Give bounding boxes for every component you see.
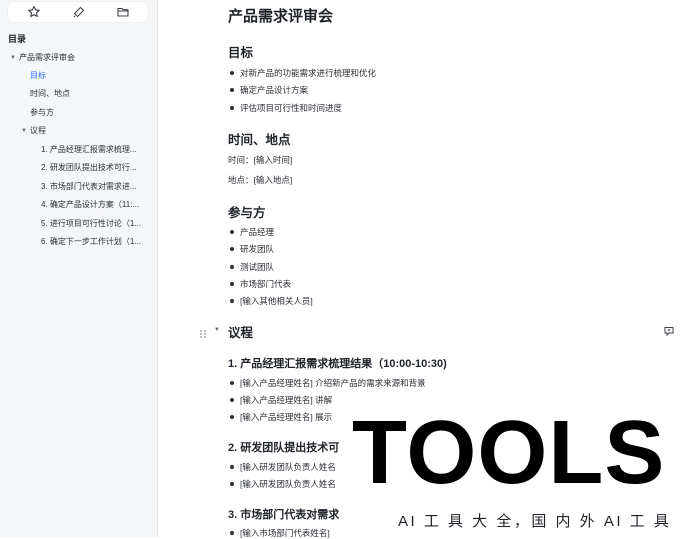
heading-time-place[interactable]: 时间、地点 bbox=[228, 129, 291, 148]
list-item[interactable]: 评估项目可行性和时间进度 bbox=[230, 102, 342, 114]
toc-item-goal[interactable]: 目标 bbox=[30, 70, 148, 82]
list-item[interactable]: 产品经理 bbox=[230, 226, 274, 238]
list-item[interactable]: [输入其他相关人员] bbox=[230, 295, 313, 307]
sidebar-toolbar bbox=[8, 2, 148, 22]
list-item-text: 市场部门代表 bbox=[240, 279, 292, 289]
list-item-text: [输入其他相关人员] bbox=[240, 296, 313, 306]
list-item-text: 评估项目可行性和时间进度 bbox=[240, 103, 343, 113]
list-item-text: 测试团队 bbox=[240, 262, 275, 272]
chevron-down-icon[interactable]: ▼ bbox=[21, 125, 27, 137]
toc-item-agenda-5[interactable]: 5. 进行项目可行性讨论（1... bbox=[41, 218, 147, 230]
list-item-text: [输入研发团队负责人姓名 bbox=[240, 479, 336, 489]
heading-goal[interactable]: 目标 bbox=[228, 42, 253, 61]
toc-item-agenda-2[interactable]: 2. 研发团队提出技术可行... bbox=[41, 162, 147, 174]
toc-item-agenda-6[interactable]: 6. 确定下一步工作计划（1... bbox=[41, 236, 147, 248]
toc-item-participants[interactable]: 参与方 bbox=[30, 107, 148, 119]
time-line[interactable]: 时间：[输入时间] bbox=[228, 154, 292, 166]
list-item[interactable]: [输入产品经理姓名] 讲解 bbox=[230, 394, 332, 406]
heading-agenda[interactable]: 议程 bbox=[228, 322, 253, 341]
list-item[interactable]: 研发团队 bbox=[230, 243, 274, 255]
collapse-icon[interactable]: ▼ bbox=[214, 327, 220, 333]
star-icon[interactable] bbox=[27, 5, 41, 19]
heading-participants[interactable]: 参与方 bbox=[228, 202, 266, 221]
list-item-text: [输入产品经理姓名] 展示 bbox=[240, 412, 333, 422]
list-item[interactable]: 测试团队 bbox=[230, 261, 274, 273]
place-line[interactable]: 地点：[输入地点] bbox=[228, 174, 292, 186]
list-item-text: 对新产品的功能需求进行梳理和优化 bbox=[240, 68, 377, 78]
toc-item-time-place[interactable]: 时间、地点 bbox=[30, 88, 148, 100]
agenda-section-2-heading[interactable]: 2. 研发团队提出技术可 bbox=[228, 439, 339, 455]
toc-title: 目录 bbox=[8, 34, 27, 44]
list-item[interactable]: [输入产品经理姓名] 展示 bbox=[230, 411, 332, 423]
folder-icon[interactable] bbox=[116, 5, 130, 19]
list-item[interactable]: 对新产品的功能需求进行梳理和优化 bbox=[230, 67, 376, 79]
agenda-section-3-heading[interactable]: 3. 市场部门代表对需求 bbox=[228, 506, 339, 522]
list-item[interactable]: [输入市场部门代表姓名] bbox=[230, 527, 330, 539]
list-item-text: 确定产品设计方案 bbox=[240, 85, 309, 95]
chevron-down-icon[interactable]: ▼ bbox=[10, 52, 16, 64]
list-item-text: 产品经理 bbox=[240, 227, 275, 237]
toc-item-agenda-3[interactable]: 3. 市场部门代表对需求进... bbox=[41, 181, 147, 193]
agenda-section-1-heading[interactable]: 1. 产品经理汇报需求梳理结果（10:00-10:30) bbox=[228, 355, 447, 371]
list-item-text: [输入研发团队负责人姓名 bbox=[240, 462, 336, 472]
tag-icon[interactable] bbox=[72, 5, 86, 19]
watermark-tagline: AI 工 具 大 全，国 内 外 AI 工 具 bbox=[398, 513, 672, 530]
list-item-text: 研发团队 bbox=[240, 244, 275, 254]
list-item-text: [输入产品经理姓名] 讲解 bbox=[240, 395, 333, 405]
watermark-logo: TOOLS bbox=[352, 403, 666, 503]
sidebar: 目录 ▼ 产品需求评审会 目标 时间、地点 参与方 ▼ 议程 1. 产品经理汇报… bbox=[0, 0, 158, 537]
toc-item-agenda-4[interactable]: 4. 确定产品设计方案（11:... bbox=[41, 199, 147, 211]
comment-icon[interactable] bbox=[663, 324, 675, 337]
list-item[interactable]: 市场部门代表 bbox=[230, 278, 291, 290]
list-item[interactable]: [输入研发团队负责人姓名 bbox=[230, 478, 336, 490]
toc-item-agenda[interactable]: 议程 bbox=[30, 125, 148, 137]
list-item[interactable]: [输入产品经理姓名] 介绍新产品的需求来源和背景 bbox=[230, 377, 426, 389]
page-title[interactable]: 产品需求评审会 bbox=[228, 5, 333, 26]
drag-handle-icon[interactable] bbox=[198, 326, 208, 338]
list-item[interactable]: 确定产品设计方案 bbox=[230, 84, 308, 96]
list-item-text: [输入产品经理姓名] 介绍新产品的需求来源和背景 bbox=[240, 378, 426, 388]
list-item[interactable]: [输入研发团队负责人姓名 bbox=[230, 461, 336, 473]
toc-item-agenda-1[interactable]: 1. 产品经理汇报需求梳理... bbox=[41, 144, 147, 156]
toc-item-title[interactable]: 产品需求评审会 bbox=[19, 52, 149, 64]
